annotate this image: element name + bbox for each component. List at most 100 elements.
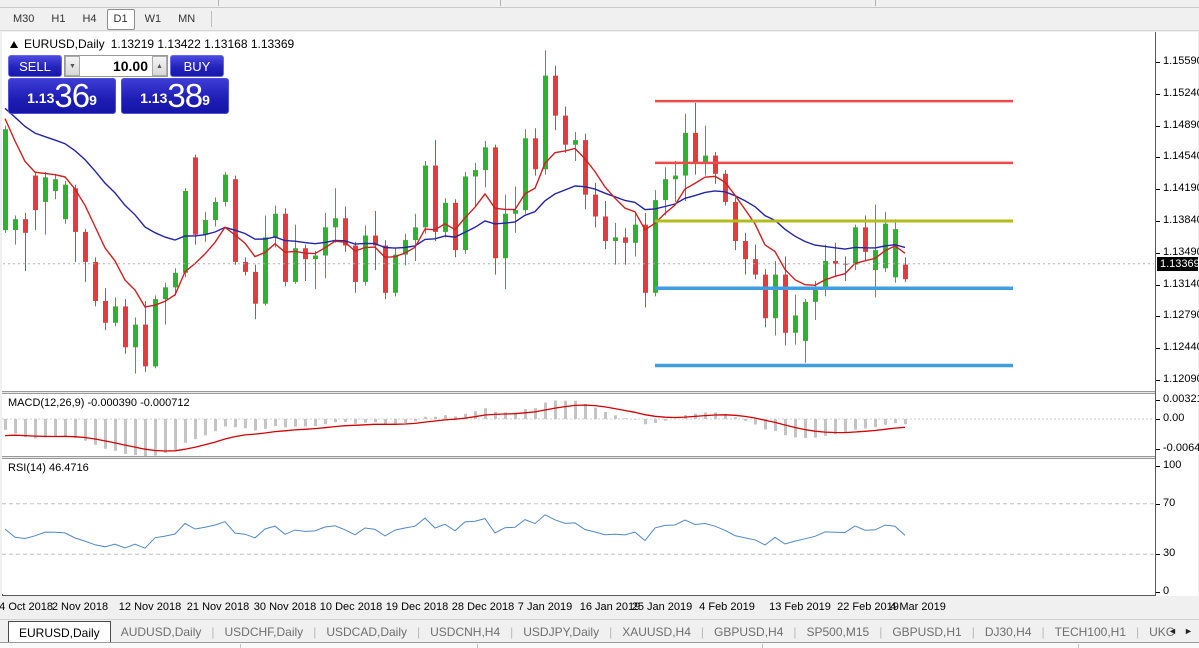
- chart-symbol-label: EURUSD,Daily: [24, 37, 105, 51]
- ask-price-pip: 9: [202, 92, 210, 108]
- macd-indicator-label: MACD(12,26,9) -0.000390 -0.000712: [8, 397, 190, 409]
- axis-tick-mark: [1156, 284, 1160, 286]
- axis-tick-mark: [1156, 316, 1160, 318]
- axis-tick-mark: [1156, 466, 1160, 467]
- ask-price-box[interactable]: 1.13 38 9: [121, 78, 229, 114]
- one-click-trading-panel: SELL ▼ 10.00 ▲ BUY 1.13 36 9 1.13 38 9: [8, 55, 230, 114]
- price-tick-label: 1.12790: [1163, 309, 1199, 322]
- date-tick-label: 19 Dec 2018: [385, 601, 449, 613]
- axis-tick-mark: [1156, 157, 1160, 159]
- status-bar-edge: [0, 642, 1199, 648]
- ask-price-prefix: 1.13: [140, 90, 168, 106]
- ask-price-main: 38: [167, 77, 203, 114]
- top-toolbar-remnant: [0, 0, 1199, 8]
- axis-tick-mark: [1156, 93, 1160, 95]
- volume-spinner: ▼ 10.00 ▲: [64, 55, 168, 77]
- tab-usdjpy-daily[interactable]: USDJPY,Daily: [513, 621, 609, 642]
- timeframe-button-mn[interactable]: MN: [171, 9, 202, 30]
- tab-eurusd-daily[interactable]: EURUSD,Daily: [8, 620, 111, 644]
- price-tick-label: 1.13140: [1163, 277, 1199, 290]
- macd-tick-label: 0.003216: [1163, 392, 1199, 405]
- macd-tick-label: -0.006485: [1163, 442, 1199, 454]
- tab-audusd-daily[interactable]: AUDUSD,Daily: [111, 621, 212, 642]
- timeframe-button-w1[interactable]: W1: [138, 9, 169, 30]
- tab-usdcnh-h4[interactable]: USDCNH,H4: [420, 621, 510, 642]
- tab-usdcad-daily[interactable]: USDCAD,Daily: [316, 621, 417, 642]
- time-axis: 24 Oct 20182 Nov 2018 12 Nov 2018 21 Nov 2…: [0, 596, 1199, 618]
- volume-decrease-button[interactable]: ▼: [65, 56, 80, 76]
- timeframe-button-d1[interactable]: D1: [106, 8, 135, 30]
- date-tick-label: 24 Oct 2018: [0, 601, 53, 613]
- chart-header: EURUSD,Daily 1.13219 1.13422 1.13168 1.1…: [10, 37, 294, 51]
- axis-tick-mark: [1156, 221, 1160, 222]
- macd-name: MACD(12,26,9): [8, 397, 85, 409]
- axis-tick-mark: [1156, 449, 1160, 450]
- axis-tick-mark: [1156, 592, 1160, 593]
- timeframe-button-h1[interactable]: H1: [44, 9, 72, 30]
- tab-gbpusd-h1[interactable]: GBPUSD,H1: [882, 621, 971, 642]
- buy-button[interactable]: BUY: [170, 55, 224, 77]
- volume-input[interactable]: 10.00: [80, 56, 152, 76]
- rsi-tick-label: 100: [1163, 459, 1182, 471]
- rsi-pane[interactable]: [2, 459, 1155, 594]
- axis-tick-mark: [1156, 252, 1160, 254]
- tab-scroll-left-button[interactable]: ◄: [1166, 624, 1179, 637]
- symbol-marker-icon: [10, 40, 18, 48]
- status-separator: [477, 644, 478, 648]
- price-tick-label: 1.15590: [1163, 55, 1199, 67]
- tab-usdchf-daily[interactable]: USDCHF,Daily: [215, 621, 314, 642]
- axis-tick-mark: [1156, 348, 1160, 350]
- toolbar-separator: [500, 0, 501, 6]
- tab-dj30-h4[interactable]: DJ30,H4: [975, 621, 1042, 642]
- date-tick-label: 4 Feb 2019: [699, 601, 755, 613]
- date-tick-label: 21 Nov 2018: [186, 601, 250, 613]
- date-tick-label: 13 Feb 2019: [769, 601, 831, 613]
- macd-main-value: -0.000390: [87, 397, 138, 409]
- date-tick-label: 25 Jan 2019: [631, 601, 693, 613]
- price-tick-label: 1.15240: [1163, 86, 1199, 99]
- price-tick-label: 1.14540: [1163, 150, 1199, 163]
- tab-gbpusd-h4[interactable]: GBPUSD,H4: [704, 621, 793, 642]
- sell-button[interactable]: SELL: [8, 55, 62, 77]
- rsi-indicator-label: RSI(14) 46.4716: [8, 462, 89, 474]
- axis-tick-mark: [1156, 189, 1160, 191]
- rsi-tick-label: 70: [1163, 496, 1176, 509]
- status-separator: [240, 644, 241, 648]
- axis-tick-mark: [1156, 125, 1160, 127]
- axis-tick-mark: [1156, 380, 1160, 381]
- price-tick-label: 1.12440: [1163, 341, 1199, 354]
- timeframe-button-h4[interactable]: H4: [75, 9, 103, 30]
- macd-tick-label: 0.00: [1163, 412, 1185, 424]
- price-tick-label: 1.14190: [1163, 182, 1199, 195]
- price-tick-label: 1.14890: [1163, 118, 1199, 131]
- date-tick-label: 28 Dec 2018: [451, 601, 515, 613]
- date-tick-label: 4 Mar 2019: [890, 601, 946, 613]
- axis-tick-mark: [1156, 62, 1160, 63]
- chart-ohlc-values: 1.13219 1.13422 1.13168 1.13369: [110, 37, 295, 51]
- price-axis: 1.15590 1.15240 1.14890 1.14540 1.14190 1.138…: [1155, 32, 1199, 597]
- tab-xauusd-h4[interactable]: XAUUSD,H4: [612, 621, 701, 642]
- chart-tab-bar: EURUSD,Daily AUDUSD,Daily | USDCHF,Daily | US…: [0, 619, 1199, 644]
- tab-sp500-m15[interactable]: SP500,M15: [797, 621, 880, 642]
- volume-increase-button[interactable]: ▲: [152, 56, 167, 76]
- date-tick-label: 12 Nov 2018: [118, 601, 182, 613]
- date-tick-label: 30 Nov 2018: [253, 601, 317, 613]
- price-tick-label: 1.13840: [1163, 214, 1199, 226]
- bid-price-main: 36: [54, 77, 90, 114]
- axis-tick-mark: [1156, 399, 1160, 401]
- bid-price-box[interactable]: 1.13 36 9: [8, 78, 116, 114]
- rsi-value: 46.4716: [48, 462, 89, 474]
- tab-scroll-right-button[interactable]: ►: [1182, 624, 1195, 637]
- rsi-chart: [2, 503, 1154, 555]
- current-bid-price-tag: 1.13369: [1157, 256, 1199, 271]
- timeframe-button-m30[interactable]: M30: [6, 9, 41, 30]
- tab-tech100-h1[interactable]: TECH100,H1: [1045, 621, 1136, 642]
- toolbar-separator: [875, 0, 876, 6]
- price-tick-label: 1.12090: [1163, 373, 1199, 385]
- status-separator: [1078, 644, 1079, 648]
- timeframe-toolbar: M30 H1 H4 D1 W1 MN: [0, 8, 1199, 31]
- bid-price-pip: 9: [89, 92, 97, 108]
- toolbar-separator: [218, 0, 219, 6]
- date-tick-label: 7 Jan 2019: [517, 601, 573, 613]
- rsi-name: RSI(14): [8, 462, 46, 474]
